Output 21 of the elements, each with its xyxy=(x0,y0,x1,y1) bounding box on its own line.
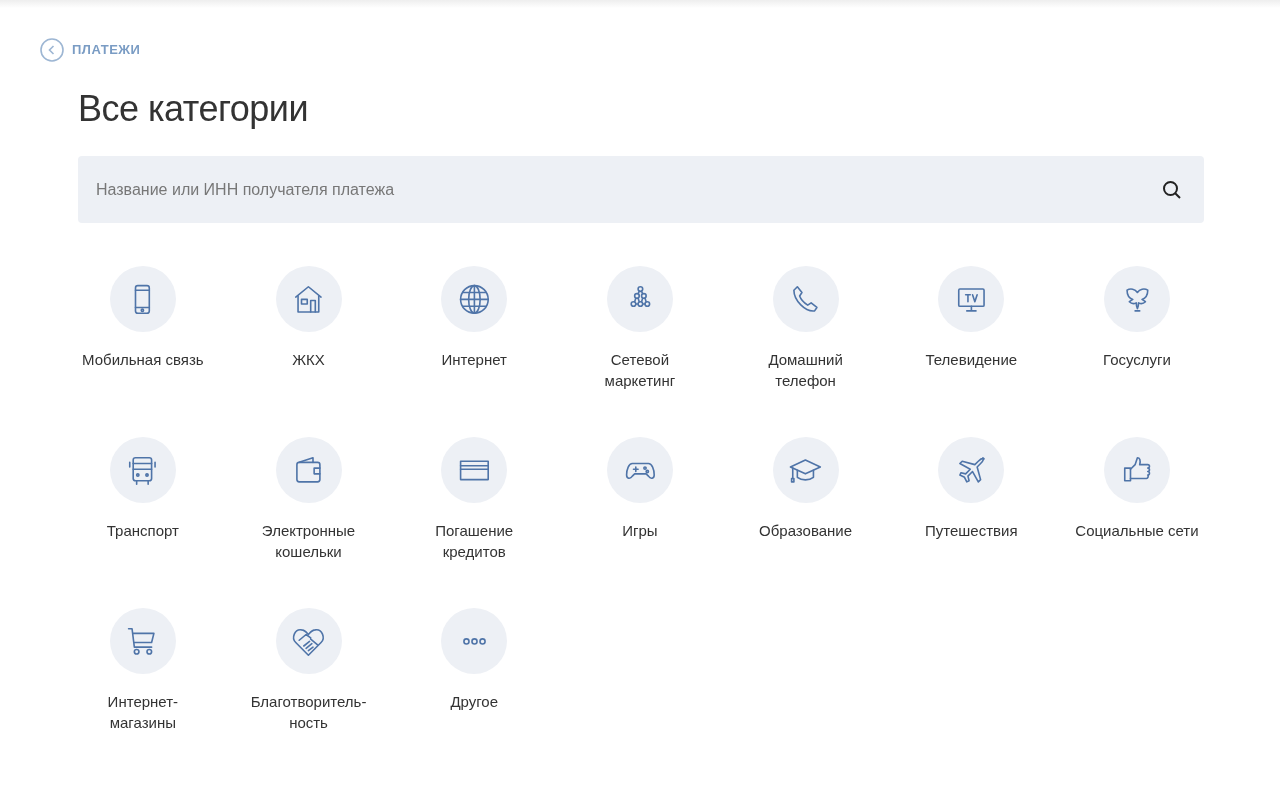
category-link[interactable]: Электронные кошельки xyxy=(261,520,356,563)
category-link[interactable]: Игры xyxy=(622,520,658,542)
search-icon xyxy=(1162,180,1182,201)
category-link[interactable]: Образование xyxy=(759,520,853,542)
search-field[interactable]: Название или ИНН получателя платежа xyxy=(78,156,1204,224)
category-link[interactable]: Путешествия xyxy=(925,520,1018,542)
category-link[interactable]: Благотворитель- ность xyxy=(250,691,367,734)
category-link[interactable]: Интернет xyxy=(441,349,507,371)
category-link[interactable]: Домашний телефон xyxy=(768,349,843,392)
page-title: Все категории xyxy=(78,87,309,131)
category-link[interactable]: ЖКХ xyxy=(292,349,325,371)
category-link[interactable]: Другое xyxy=(450,691,499,713)
category-link[interactable]: Социальные сети xyxy=(1075,520,1199,542)
category-link[interactable]: Погашение кредитов xyxy=(435,520,514,563)
category-link[interactable]: Транспорт xyxy=(106,520,179,542)
more-icon xyxy=(462,637,486,645)
category-link[interactable]: Интернет- магазины xyxy=(107,691,179,734)
category-link[interactable]: Госуслуги xyxy=(1103,349,1171,371)
category-link[interactable]: Мобильная связь xyxy=(82,349,204,371)
category-link[interactable]: Сетевой маркетинг xyxy=(604,349,676,392)
category-link[interactable]: Телевидение xyxy=(925,349,1018,371)
